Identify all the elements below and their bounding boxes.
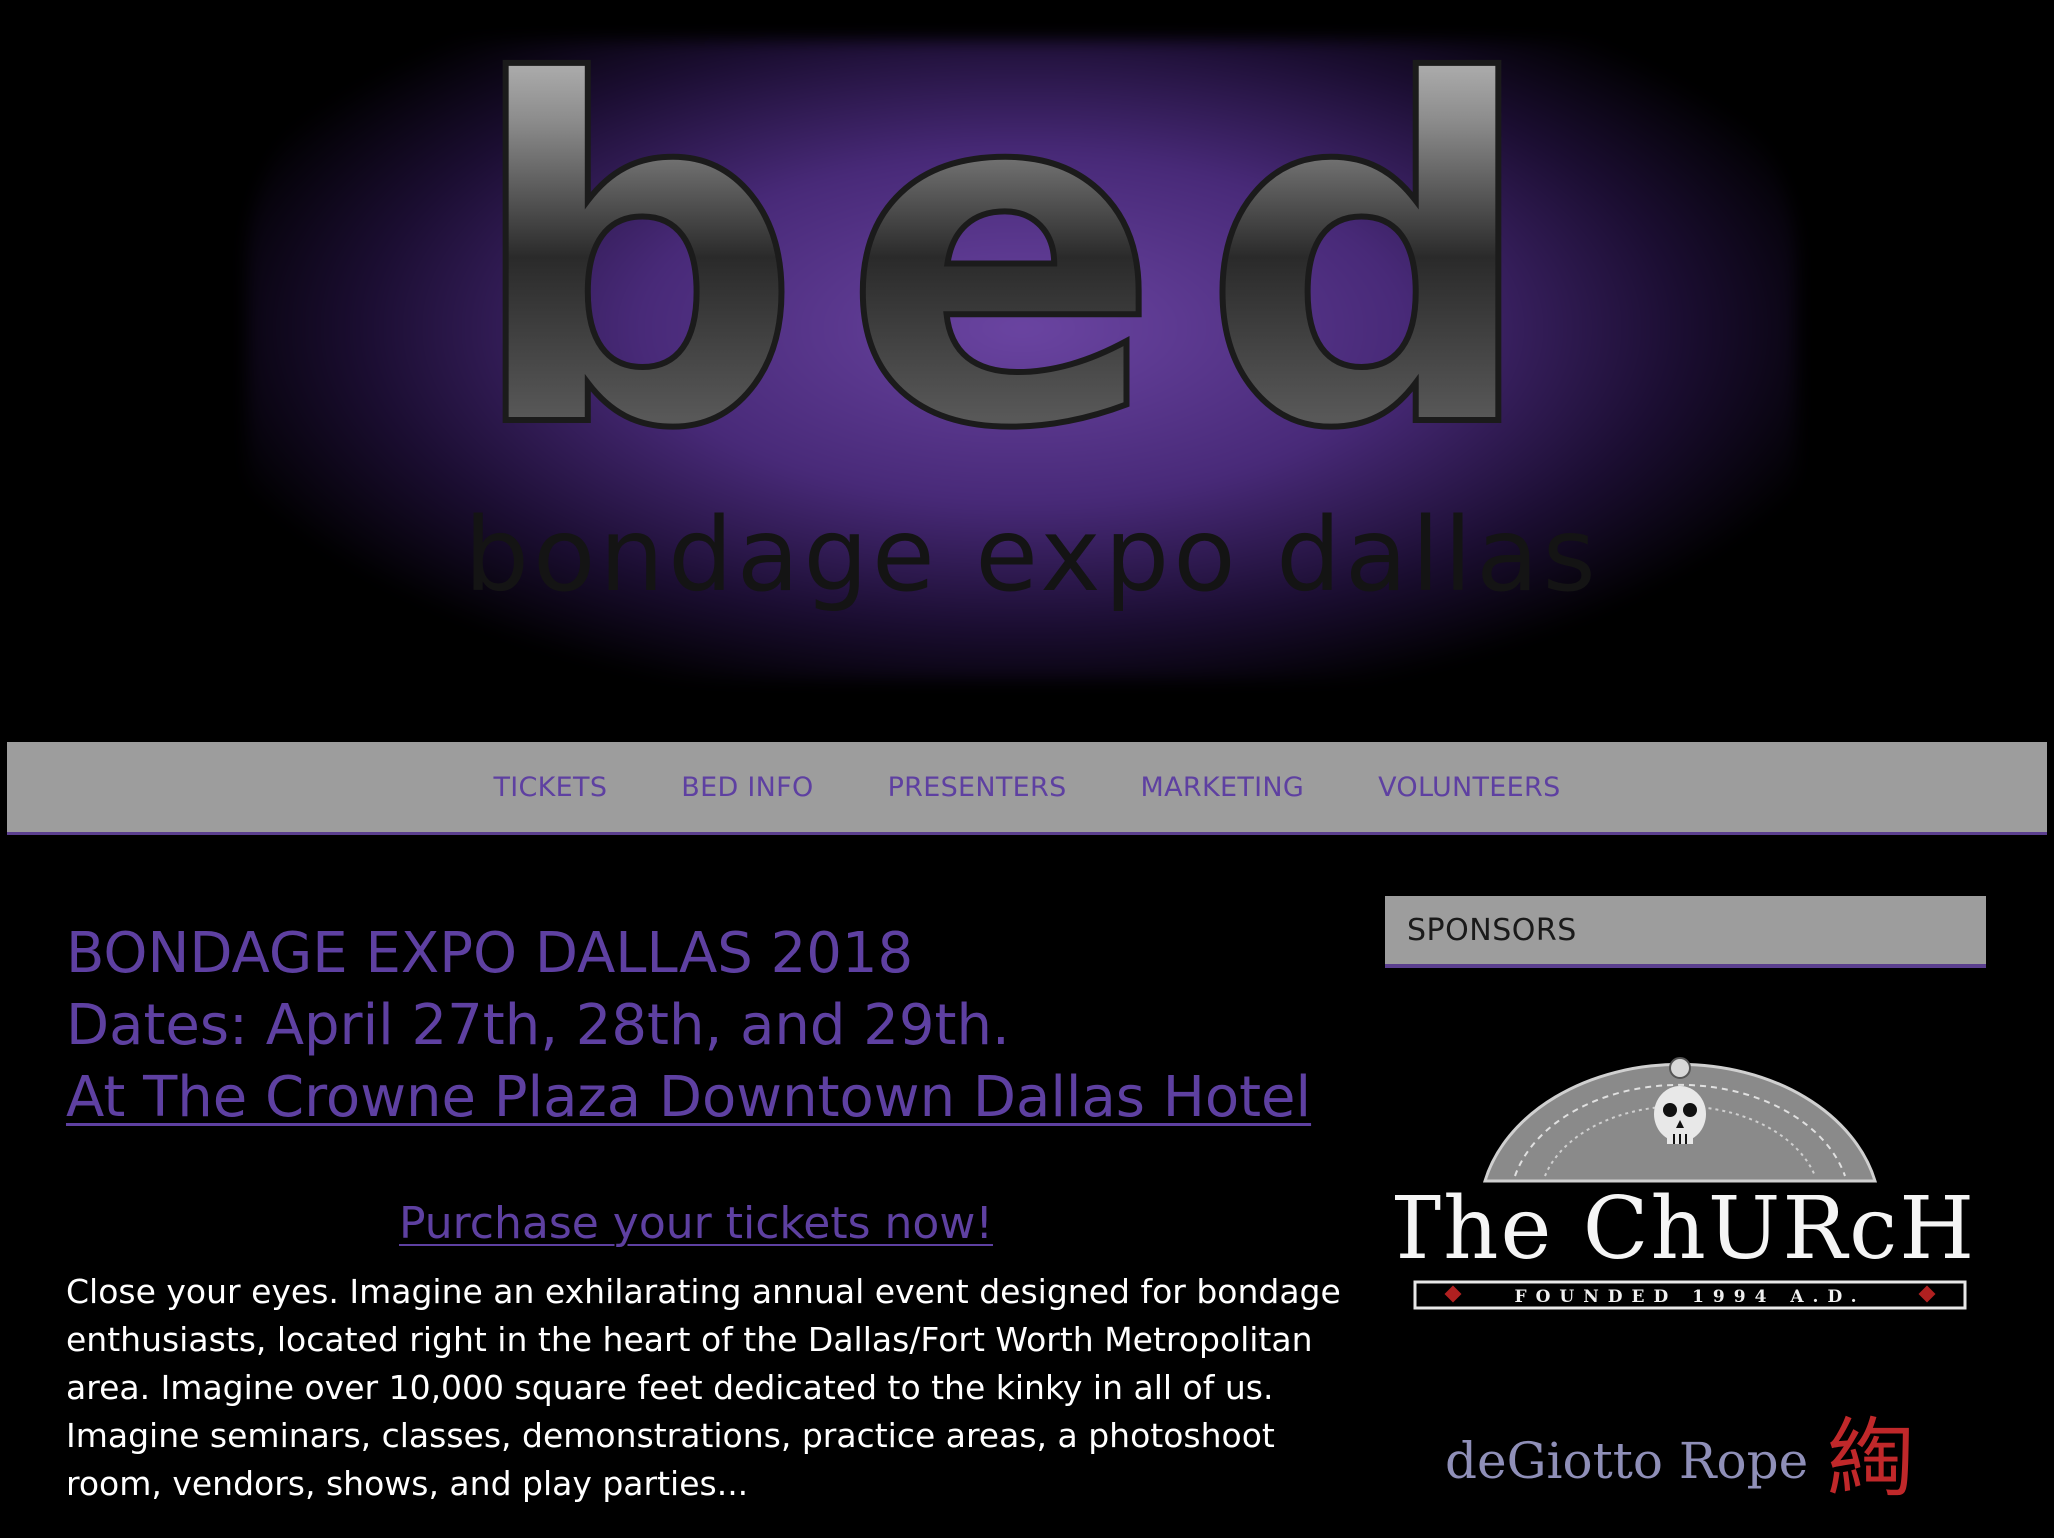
- church-name: The ChURcH: [1395, 1179, 1975, 1279]
- main-nav: TICKETS BED INFO PRESENTERS MARKETING VO…: [7, 742, 2047, 835]
- sidebar: SPONSORS The ChURcH FOUNDED 1994 A.D. de…: [1385, 896, 1986, 1509]
- purchase-row: Purchase your tickets now!: [66, 1198, 1326, 1249]
- sponsors-header: SPONSORS: [1385, 896, 1986, 968]
- degiotto-name: deGiotto Rope: [1445, 1432, 1808, 1490]
- logo-subtitle: bondage expo dallas: [464, 496, 1599, 615]
- purchase-tickets-link[interactable]: Purchase your tickets now!: [399, 1198, 993, 1249]
- nav-bed-info[interactable]: BED INFO: [644, 772, 850, 803]
- nav-marketing[interactable]: MARKETING: [1104, 772, 1342, 803]
- bed-logo[interactable]: bed bondage expo dallas: [7, 0, 2047, 742]
- event-dates: Dates: April 27th, 28th, and 29th.: [66, 993, 1010, 1058]
- page: bed bondage expo dallas TICKETS BED INFO…: [0, 0, 2054, 1538]
- logo-letters: bed: [466, 0, 1578, 531]
- page-title: BONDAGE EXPO DALLAS 2018: [66, 921, 914, 986]
- main-content: BONDAGE EXPO DALLAS 2018 Dates: April 27…: [66, 918, 1346, 1503]
- header-banner[interactable]: bed bondage expo dallas: [7, 0, 2047, 742]
- the-church-logo[interactable]: The ChURcH FOUNDED 1994 A.D.: [1395, 1036, 1975, 1336]
- sponsors-title: SPONSORS: [1407, 912, 1577, 948]
- intro-paragraph: Close your eyes. Imagine an exhilarating…: [66, 1272, 1341, 1503]
- nav-presenters[interactable]: PRESENTERS: [851, 772, 1104, 803]
- nav-tickets[interactable]: TICKETS: [456, 772, 644, 803]
- hotel-link[interactable]: At The Crowne Plaza Downtown Dallas Hote…: [66, 1065, 1311, 1130]
- degiotto-kanji-icon: 綯: [1827, 1409, 1913, 1509]
- church-tagline: FOUNDED 1994 A.D.: [1515, 1287, 1866, 1307]
- degiotto-rope-logo[interactable]: deGiotto Rope 綯: [1445, 1406, 1925, 1516]
- nav-volunteers[interactable]: VOLUNTEERS: [1341, 772, 1597, 803]
